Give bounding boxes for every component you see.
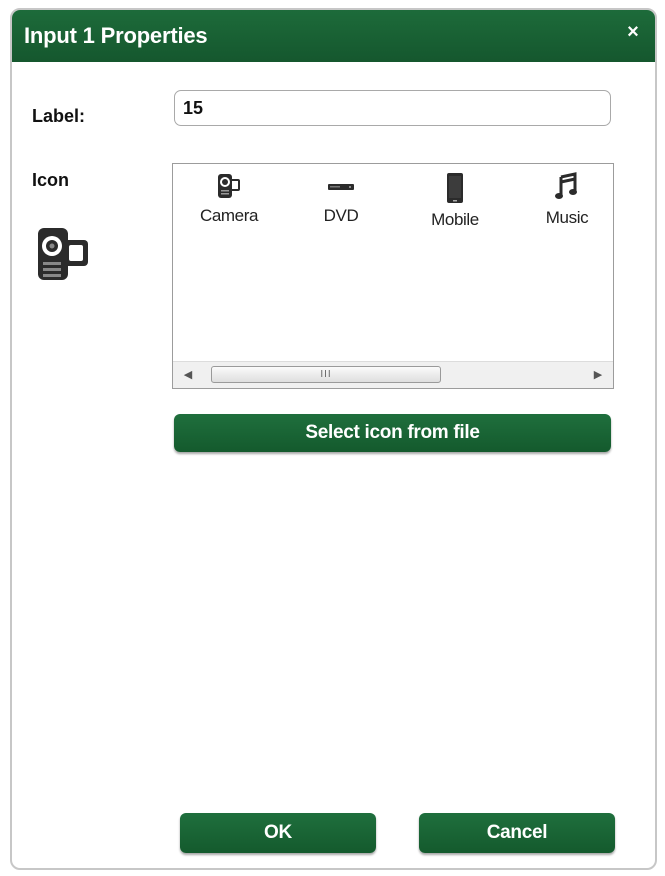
- scroll-left-icon[interactable]: ◀: [177, 362, 199, 388]
- scroll-right-icon[interactable]: ▶: [587, 362, 609, 388]
- icon-option-camera[interactable]: Camera: [174, 172, 284, 226]
- music-icon: [555, 172, 577, 199]
- icon-option-mobile[interactable]: Mobile: [400, 172, 510, 230]
- icon-option-label: Music: [545, 208, 589, 227]
- icon-option-music[interactable]: Music: [512, 172, 613, 228]
- icon-option-label: DVD: [323, 206, 359, 225]
- horizontal-scrollbar[interactable]: ◀ III ▶: [173, 361, 613, 388]
- input-properties-dialog: Input 1 Properties × Label: Icon: [10, 8, 657, 870]
- icon-caption: Icon: [32, 170, 70, 190]
- scroll-grip-icon: III: [320, 369, 332, 380]
- scroll-thumb[interactable]: III: [211, 366, 441, 383]
- label-input[interactable]: [174, 90, 611, 126]
- close-button[interactable]: ×: [621, 20, 645, 44]
- ok-button[interactable]: OK: [180, 813, 376, 853]
- camera-icon: [218, 174, 240, 198]
- icon-list[interactable]: Camera DVD Mobile Music ◀ III ▶: [172, 163, 614, 389]
- dvd-icon: [328, 184, 354, 190]
- mobile-icon: [447, 173, 463, 203]
- selected-camera-icon: [34, 222, 92, 286]
- icon-option-label: Camera: [199, 206, 259, 225]
- icon-option-dvd[interactable]: DVD: [286, 172, 396, 226]
- title-bar: Input 1 Properties ×: [12, 10, 655, 62]
- select-icon-from-file-button[interactable]: Select icon from file: [174, 414, 611, 452]
- cancel-button[interactable]: Cancel: [419, 813, 615, 853]
- label-caption: Label:: [32, 106, 86, 126]
- dialog-title: Input 1 Properties: [24, 23, 208, 48]
- icon-option-label: Mobile: [431, 210, 479, 229]
